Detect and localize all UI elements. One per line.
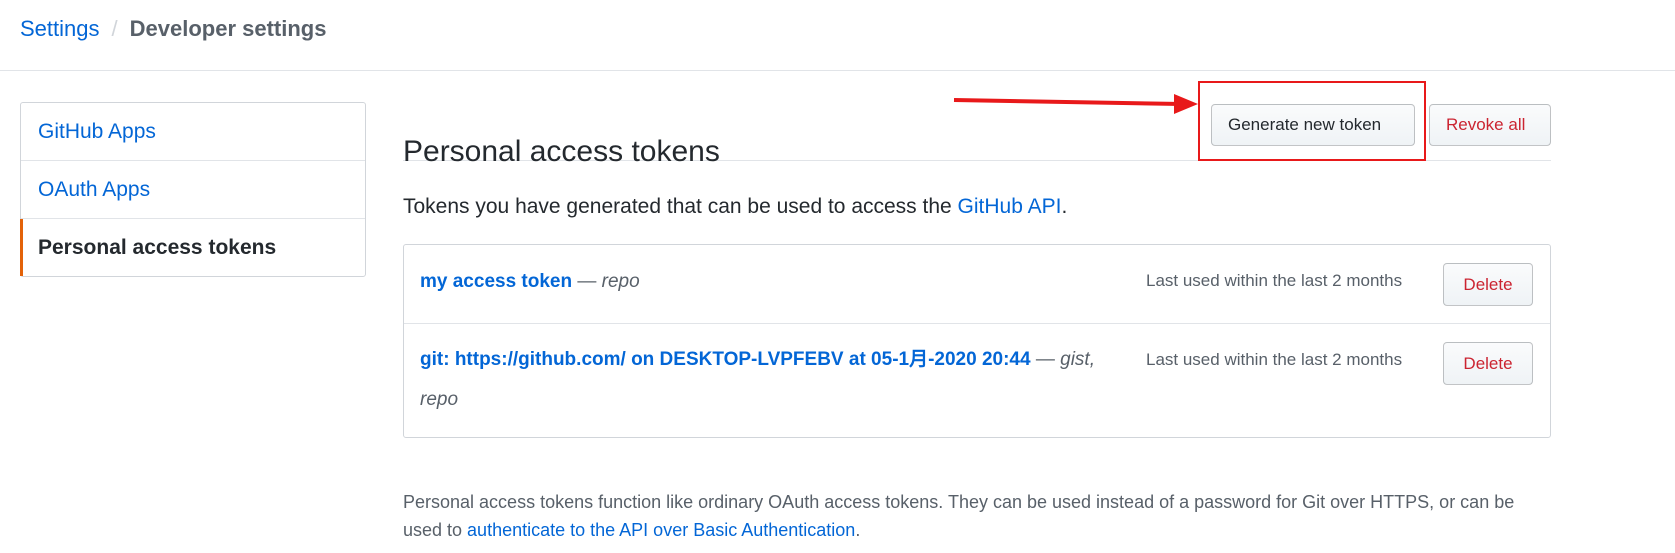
annotation-highlight-box (1198, 81, 1426, 161)
red-arrow-icon (953, 94, 1198, 114)
token-name-link[interactable]: my access token (420, 271, 572, 292)
developer-settings-sidebar: GitHub Apps OAuth Apps Personal access t… (20, 102, 366, 277)
token-description: my access token — repo (420, 262, 1110, 302)
github-api-link[interactable]: GitHub API (958, 195, 1062, 218)
token-last-used: Last used within the last 2 months (1146, 271, 1403, 290)
description-suffix: . (1061, 195, 1068, 218)
description-text: Tokens you have generated that can be us… (403, 195, 958, 218)
list-item: git: https://github.com/ on DESKTOP-LVPF… (404, 324, 1550, 437)
breadcrumb-separator: / (111, 16, 118, 41)
page-header: Settings / Developer settings (0, 0, 1675, 71)
revoke-all-button[interactable]: Revoke all (1429, 104, 1551, 146)
footnote-suffix: . (855, 520, 861, 540)
page-title: Personal access tokens (403, 134, 720, 168)
breadcrumb-settings-link[interactable]: Settings (20, 16, 100, 41)
token-list: my access token — repo Last used within … (403, 244, 1551, 438)
basic-auth-link[interactable]: authenticate to the API over Basic Authe… (467, 520, 855, 540)
sidebar-item-oauth-apps[interactable]: OAuth Apps (21, 161, 365, 219)
token-name-link[interactable]: git: https://github.com/ on DESKTOP-LVPF… (420, 349, 1031, 370)
breadcrumb: Settings / Developer settings (20, 14, 326, 44)
token-last-used: Last used within the last 2 months (1146, 350, 1403, 369)
token-dash: — (1030, 349, 1061, 370)
token-scopes: repo (601, 271, 640, 292)
delete-token-button[interactable]: Delete (1443, 263, 1533, 306)
tokens-footnote: Personal access tokens function like ord… (403, 488, 1551, 544)
token-dash: — (572, 271, 602, 292)
delete-token-button[interactable]: Delete (1443, 342, 1533, 385)
sidebar-item-personal-access-tokens[interactable]: Personal access tokens (20, 219, 365, 276)
token-description: git: https://github.com/ on DESKTOP-LVPF… (420, 340, 1110, 420)
list-item: my access token — repo Last used within … (404, 245, 1550, 324)
sidebar-item-github-apps[interactable]: GitHub Apps (21, 103, 365, 161)
breadcrumb-current: Developer settings (129, 16, 327, 41)
tokens-description: Tokens you have generated that can be us… (403, 192, 1067, 222)
